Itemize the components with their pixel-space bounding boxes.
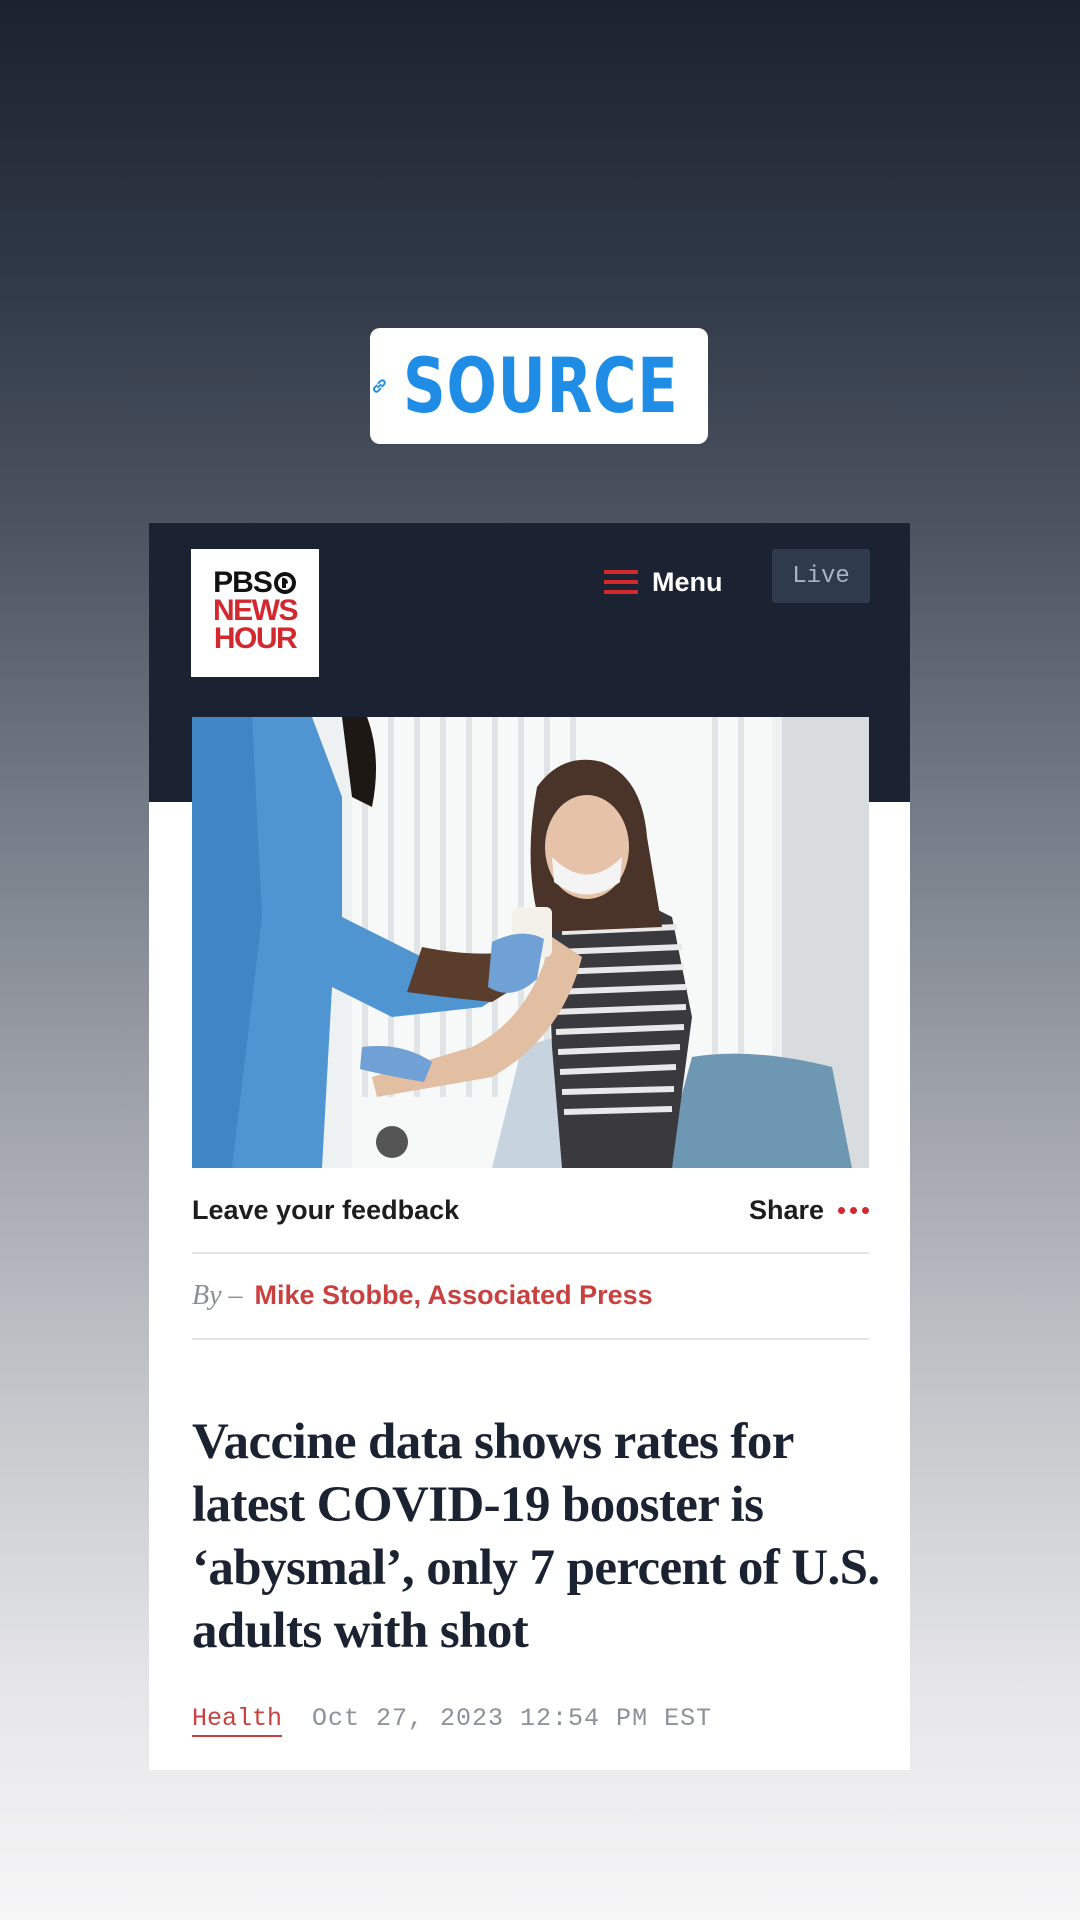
article-meta: Health Oct 27, 2023 12:54 PM EST	[192, 1704, 712, 1737]
byline: By – Mike Stobbe, Associated Press	[192, 1280, 653, 1312]
category-tag-link[interactable]: Health	[192, 1704, 283, 1737]
article-action-bar: Leave your feedback Share	[192, 1186, 869, 1234]
source-label: SOURCE	[402, 341, 679, 430]
menu-label: Menu	[652, 566, 723, 597]
byline-prefix: By –	[192, 1280, 243, 1311]
article-headline: Vaccine data shows rates for latest COVI…	[192, 1414, 880, 1659]
leave-feedback-link[interactable]: Leave your feedback	[192, 1195, 459, 1226]
source-sticker[interactable]: SOURCE	[370, 328, 708, 444]
hero-image-vaccination	[192, 717, 869, 1168]
pbs-newshour-logo[interactable]: PBS NEWS HOUR	[191, 549, 319, 677]
divider	[192, 1338, 869, 1340]
more-dots-icon	[838, 1206, 869, 1214]
logo-line-hour: HOUR	[213, 622, 298, 655]
link-icon	[373, 379, 386, 393]
share-button[interactable]: Share	[749, 1195, 869, 1226]
divider	[192, 1252, 869, 1254]
publish-date: Oct 27, 2023 12:54 PM EST	[312, 1704, 713, 1733]
article-card: PBS NEWS HOUR Menu Live Leave your feedb…	[149, 523, 910, 1770]
hamburger-icon	[604, 570, 638, 594]
logo-line-news: NEWS	[213, 594, 299, 627]
pbs-head-icon	[273, 572, 296, 594]
byline-author-link[interactable]: Mike Stobbe, Associated Press	[255, 1280, 653, 1311]
menu-button[interactable]: Menu	[604, 557, 723, 607]
live-button[interactable]: Live	[772, 549, 870, 603]
share-label: Share	[748, 1194, 824, 1225]
logo-line-pbs: PBS	[191, 568, 319, 598]
